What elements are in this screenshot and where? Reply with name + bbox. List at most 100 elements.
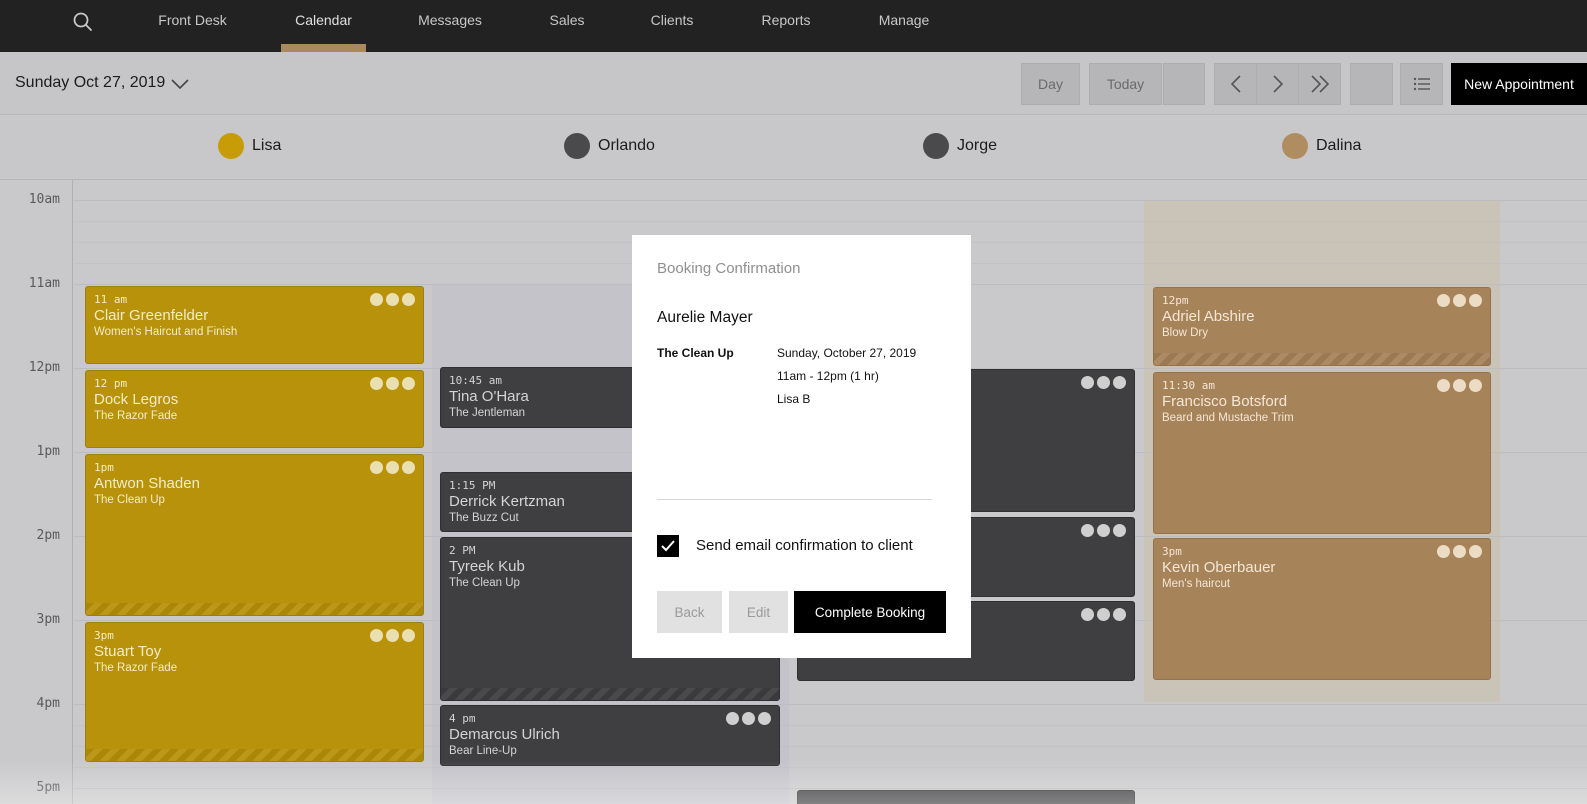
toolbar-blank-button[interactable] xyxy=(1163,63,1205,105)
star-icon xyxy=(1453,379,1466,392)
star-icon xyxy=(386,293,399,306)
checkmark-icon xyxy=(661,540,675,552)
list-view-button[interactable] xyxy=(1400,63,1443,105)
appointment-card[interactable]: 4 pm Demarcus Ulrich Bear Line-Up xyxy=(440,705,780,766)
appointment-time: 4 pm xyxy=(449,712,476,725)
staff-name: Lisa xyxy=(252,137,282,154)
nav-manage[interactable]: Manage xyxy=(870,0,938,52)
heart-icon xyxy=(1437,545,1450,558)
appointment-client: Clair Greenfelder xyxy=(94,307,209,324)
appointment-service: Men's haircut xyxy=(1162,578,1231,590)
thumb-icon xyxy=(758,712,771,725)
nav-front-desk[interactable]: Front Desk xyxy=(150,0,235,52)
time-label: 10am xyxy=(28,192,60,207)
nav-reports[interactable]: Reports xyxy=(752,0,820,52)
prev-button[interactable] xyxy=(1214,63,1257,105)
appointment-client: Dock Legros xyxy=(94,391,179,408)
grid-line xyxy=(74,200,1587,201)
status-icons xyxy=(1081,524,1126,537)
time-label: 1pm xyxy=(36,444,60,459)
staff-name: Dalina xyxy=(1316,137,1362,154)
status-icons xyxy=(1437,379,1482,392)
heart-icon xyxy=(1081,608,1094,621)
staff-color-dot xyxy=(1282,133,1308,159)
day-view-button[interactable]: Day xyxy=(1021,63,1080,105)
nav-clients[interactable]: Clients xyxy=(642,0,702,52)
status-icons xyxy=(726,712,771,725)
nav-messages[interactable]: Messages xyxy=(405,0,495,52)
edit-button[interactable]: Edit xyxy=(729,591,788,633)
appointment-card[interactable]: 11 am Clair Greenfelder Women's Haircut … xyxy=(85,286,424,364)
status-icons xyxy=(1437,545,1482,558)
appointment-time: 3pm xyxy=(94,629,114,642)
staff-dalina[interactable]: Dalina xyxy=(1282,132,1361,160)
chevron-down-icon[interactable] xyxy=(170,78,190,90)
appointment-card[interactable]: 3pm Stuart Toy The Razor Fade xyxy=(85,622,424,762)
heart-icon xyxy=(370,293,383,306)
status-icons xyxy=(1081,376,1126,389)
appointment-time: 12pm xyxy=(1162,294,1189,307)
appointment-card[interactable]: 12 pm Dock Legros The Razor Fade xyxy=(85,370,424,448)
heart-icon xyxy=(1437,379,1450,392)
toolbar-blank-button-2[interactable] xyxy=(1350,63,1393,105)
thumb-icon xyxy=(1113,376,1126,389)
divider xyxy=(657,499,932,500)
complete-booking-button[interactable]: Complete Booking xyxy=(794,591,946,633)
booking-staff: Lisa B xyxy=(777,392,811,406)
current-date[interactable]: Sunday Oct 27, 2019 xyxy=(15,74,165,92)
booking-confirmation-dialog: Booking Confirmation Aurelie Mayer The C… xyxy=(632,235,971,658)
today-button[interactable]: Today xyxy=(1089,63,1162,105)
staff-orlando[interactable]: Orlando xyxy=(564,132,655,160)
appointment-service: The Razor Fade xyxy=(94,410,178,422)
appointment-service: Blow Dry xyxy=(1162,327,1209,339)
nav-sales[interactable]: Sales xyxy=(537,0,597,52)
time-label: 4pm xyxy=(36,696,60,711)
staff-jorge[interactable]: Jorge xyxy=(923,132,997,160)
booking-time: 11am - 12pm (1 hr) xyxy=(777,369,879,383)
appointment-time: 11:30 am xyxy=(1162,379,1215,392)
double-chevron-right-icon xyxy=(1310,75,1329,93)
email-confirmation-checkbox[interactable] xyxy=(657,535,679,557)
heart-icon xyxy=(1081,524,1094,537)
thumb-icon xyxy=(402,629,415,642)
fast-forward-button[interactable] xyxy=(1298,63,1341,105)
star-icon xyxy=(1097,608,1110,621)
chevron-right-icon xyxy=(1272,75,1283,93)
status-icons xyxy=(1081,608,1126,621)
chevron-left-icon xyxy=(1230,75,1241,93)
appointment-service: The Razor Fade xyxy=(94,662,178,674)
email-confirmation-label[interactable]: Send email confirmation to client xyxy=(696,537,913,554)
next-button[interactable] xyxy=(1256,63,1299,105)
list-icon xyxy=(1413,77,1430,91)
client-name: Aurelie Mayer xyxy=(657,309,753,326)
star-icon xyxy=(386,461,399,474)
heart-icon xyxy=(370,461,383,474)
appointment-card[interactable]: 1pm Antwon Shaden The Clean Up xyxy=(85,454,424,616)
search-icon[interactable] xyxy=(70,10,96,36)
thumb-icon xyxy=(402,377,415,390)
appointment-client: Stuart Toy xyxy=(94,643,162,660)
appointment-card[interactable]: 3pm Kevin Oberbauer Men's haircut xyxy=(1153,538,1491,680)
thumb-icon xyxy=(402,461,415,474)
grid-line xyxy=(74,221,1587,222)
status-icons xyxy=(1437,294,1482,307)
grid-line xyxy=(74,788,1587,789)
appointment-card[interactable] xyxy=(797,790,1135,804)
appointment-time: 12 pm xyxy=(94,377,128,390)
status-icons xyxy=(370,377,415,390)
back-button[interactable]: Back xyxy=(657,591,722,633)
time-label: 2pm xyxy=(36,528,60,543)
status-icons xyxy=(370,461,415,474)
appointment-service: Beard and Mustache Trim xyxy=(1162,412,1294,424)
thumb-icon xyxy=(1469,294,1482,307)
new-appointment-button[interactable]: New Appointment xyxy=(1451,63,1587,105)
star-icon xyxy=(1453,545,1466,558)
buffer-hatch xyxy=(441,688,779,700)
appointment-card[interactable]: 11:30 am Francisco Botsford Beard and Mu… xyxy=(1153,372,1491,534)
appointment-card[interactable]: 12pm Adriel Abshire Blow Dry xyxy=(1153,287,1491,366)
appointment-client: Demarcus Ulrich xyxy=(449,726,560,743)
thumb-icon xyxy=(1113,608,1126,621)
status-icons xyxy=(370,629,415,642)
time-label: 3pm xyxy=(36,612,60,627)
staff-lisa[interactable]: Lisa xyxy=(218,132,281,160)
